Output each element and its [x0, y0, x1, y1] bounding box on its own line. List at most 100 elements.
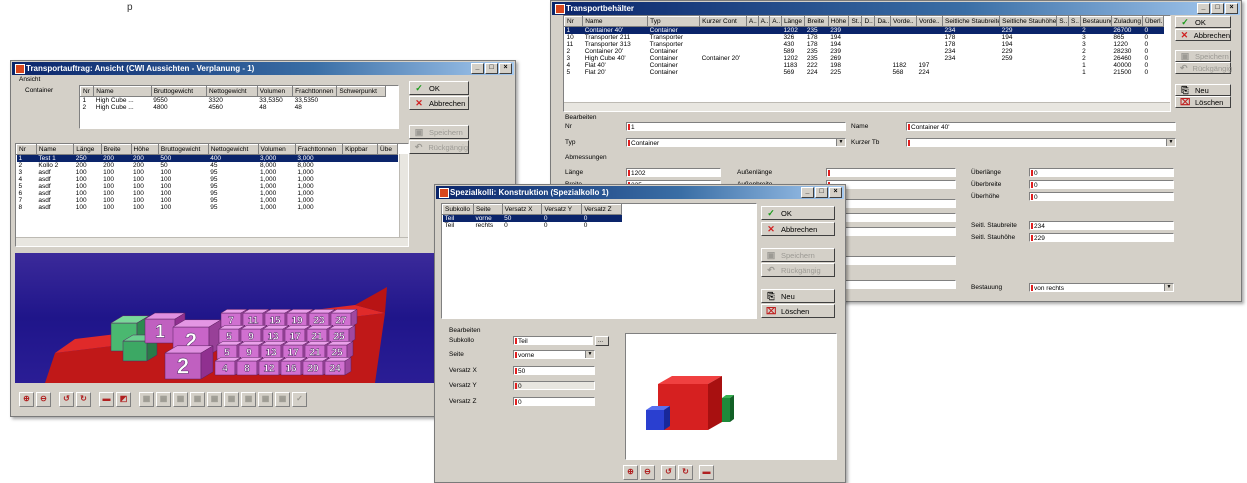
- column-header[interactable]: Nr: [80, 86, 95, 97]
- table-row[interactable]: 2 High Cube ... 4800 4560 48 48: [81, 104, 386, 111]
- column-header[interactable]: D..: [861, 16, 876, 27]
- cancel-button[interactable]: ✕ Abbrechen: [409, 96, 469, 110]
- vertical-scrollbar[interactable]: [399, 154, 408, 238]
- column-header[interactable]: Typ: [647, 16, 701, 27]
- ueberlaenge-input[interactable]: 0: [1029, 168, 1174, 177]
- table-row[interactable]: 2 Kollo 2 200 200 200 50 45 8,000 8,000: [17, 162, 398, 169]
- rotate-left-icon[interactable]: ↺: [59, 392, 74, 407]
- step-8-icon[interactable]: ▦: [258, 392, 273, 407]
- column-header[interactable]: Länge: [780, 16, 806, 27]
- column-header[interactable]: Schwerpunkt: [336, 86, 386, 97]
- step-10-icon[interactable]: ✓: [292, 392, 307, 407]
- step-6-icon[interactable]: ▦: [224, 392, 239, 407]
- seite-select[interactable]: vorne ▼: [513, 350, 595, 359]
- chevron-down-icon[interactable]: ▼: [1166, 139, 1175, 146]
- column-header[interactable]: A..: [757, 16, 771, 27]
- transportbehaelter-titlebar[interactable]: Transportbehälter: [552, 2, 1240, 15]
- horizontal-scrollbar[interactable]: [16, 237, 408, 246]
- aussenlaenge-input[interactable]: [826, 168, 956, 177]
- kurzer-select[interactable]: ▼: [906, 138, 1176, 147]
- column-header[interactable]: Frachttonnen: [292, 86, 338, 97]
- ok-button[interactable]: ✓ OK: [1175, 16, 1231, 28]
- loading-3d-view[interactable]: 1 2 2 7 11 15 19 23 27 5 9 13 17 21 25 5 9 13 17 21 25 4 8 12 16…: [15, 253, 441, 383]
- minimize-icon[interactable]: _: [801, 187, 814, 198]
- column-header[interactable]: Nettogewicht: [207, 144, 259, 155]
- minimize-icon[interactable]: _: [471, 63, 484, 74]
- column-header[interactable]: Zuladung: [1110, 16, 1144, 27]
- subkollo-browse-button[interactable]: ...: [595, 336, 609, 346]
- kolli-table[interactable]: Nr Name Länge Breite Höhe Bruttogewicht Nettog…: [15, 143, 409, 247]
- column-header[interactable]: St..: [848, 16, 863, 27]
- table-row[interactable]: 2 Container 20' Container 589 235 239 234 229 2 2…: [565, 48, 1164, 55]
- table-row[interactable]: Teil rechts 0 0 0: [443, 222, 622, 229]
- save-button[interactable]: ▣ Speichern: [409, 125, 469, 139]
- step-9-icon[interactable]: ▦: [275, 392, 290, 407]
- ueberhoehe-input[interactable]: 0: [1029, 192, 1174, 201]
- behaelter-table[interactable]: Nr Name Typ Kurzer Cont A.. A.. A.. Länge Breite…: [563, 15, 1171, 112]
- table-row[interactable]: 4 asdf 100 100 100 100 95 1,000 1,000: [17, 176, 398, 183]
- versatzz-input[interactable]: 0: [513, 397, 595, 406]
- minimize-icon[interactable]: _: [1197, 3, 1210, 14]
- delete-button[interactable]: ⌧ Löschen: [761, 304, 835, 318]
- delete-button[interactable]: ⌧ Löschen: [1175, 96, 1231, 108]
- table-row[interactable]: 5 asdf 100 100 100 100 95 1,000 1,000: [17, 183, 398, 190]
- cancel-button[interactable]: ✕ Abbrechen: [761, 222, 835, 236]
- table-row[interactable]: 10 Transporter 211 Transporter 326 178 194 178…: [565, 34, 1164, 41]
- column-header[interactable]: Name: [582, 16, 649, 27]
- close-icon[interactable]: ×: [499, 63, 512, 74]
- column-header[interactable]: S..: [1056, 16, 1069, 27]
- container-icon[interactable]: ▬: [99, 392, 114, 407]
- column-header[interactable]: Bestauung: [1079, 16, 1112, 27]
- nr-input[interactable]: 1: [626, 122, 846, 131]
- table-row[interactable]: 1 Test 1 250 200 200 500 400 3,000 3,000: [16, 154, 398, 162]
- column-header[interactable]: Bruttogewicht: [157, 144, 209, 155]
- column-header[interactable]: Nettogewicht: [205, 86, 258, 97]
- undo-button[interactable]: ↶ Rückgängig: [1175, 62, 1232, 74]
- undo-button[interactable]: ↶ Rückgängig: [761, 263, 835, 277]
- column-header[interactable]: S..: [1067, 16, 1081, 27]
- table-row[interactable]: Teil vorne 50 0 0: [442, 214, 622, 222]
- zoom-out-icon[interactable]: ⊖: [640, 465, 655, 480]
- spezialkolli-titlebar[interactable]: Spezialkolli: Konstruktion (Spezialkollo…: [436, 186, 844, 199]
- column-header[interactable]: Vorde..: [916, 16, 943, 27]
- maximize-icon[interactable]: □: [1211, 3, 1224, 14]
- column-header[interactable]: A..: [745, 16, 759, 27]
- column-header[interactable]: Seitliche Stauhöhe: [999, 16, 1058, 27]
- horizontal-scrollbar[interactable]: [564, 102, 1170, 111]
- name-input[interactable]: Container 40': [906, 122, 1176, 131]
- column-header[interactable]: Seitliche Staubreite: [941, 16, 1001, 27]
- bestauung-select[interactable]: von rechts ▼: [1029, 283, 1174, 292]
- table-row[interactable]: 6 asdf 100 100 100 100 95 1,000 1,000: [17, 190, 398, 197]
- zoom-out-icon[interactable]: ⊖: [36, 392, 51, 407]
- column-header[interactable]: Da..: [874, 16, 892, 27]
- step-7-icon[interactable]: ▦: [241, 392, 256, 407]
- save-button[interactable]: ▣ Speichern: [761, 248, 835, 262]
- cancel-button[interactable]: ✕ Abbrechen: [1175, 29, 1231, 41]
- transportauftrag-titlebar[interactable]: Transportauftrag: Ansicht (CWI Aussichte…: [12, 62, 514, 75]
- spezialkollo-3d-view[interactable]: [625, 333, 837, 460]
- column-header[interactable]: Versatz Z: [581, 204, 622, 215]
- new-button[interactable]: ⎘ Neu: [1175, 84, 1231, 96]
- column-header[interactable]: Länge: [73, 144, 102, 155]
- step-4-icon[interactable]: ▦: [190, 392, 205, 407]
- versatzx-input[interactable]: 50: [513, 366, 595, 375]
- chevron-down-icon[interactable]: ▼: [1164, 284, 1173, 291]
- column-header[interactable]: Versatz Y: [541, 204, 583, 215]
- save-button[interactable]: ▣ Speichern: [1175, 50, 1231, 62]
- column-header[interactable]: Frachttonnen: [294, 144, 344, 155]
- table-row[interactable]: 11 Transporter 313 Transporter 430 178 194 178…: [565, 41, 1164, 48]
- table-row[interactable]: 1 High Cube ... 9550 3320 33,5350 33,5350: [81, 97, 386, 105]
- ok-button[interactable]: ✓ OK: [409, 81, 469, 95]
- column-header[interactable]: Seite: [472, 204, 503, 215]
- table-row[interactable]: 7 asdf 100 100 100 100 95 1,000 1,000: [17, 197, 398, 204]
- subkolli-table[interactable]: Subkollo Seite Versatz X Versatz Y Versatz Z…: [441, 203, 757, 319]
- zoom-in-icon[interactable]: ⊕: [623, 465, 638, 480]
- chevron-down-icon[interactable]: ▼: [836, 139, 845, 146]
- table-row[interactable]: 3 High Cube 40' Container Container 20' 1202…: [565, 55, 1164, 62]
- close-icon[interactable]: ×: [829, 187, 842, 198]
- column-header[interactable]: Bruttogewicht: [150, 86, 207, 97]
- container-open-icon[interactable]: ◩: [116, 392, 131, 407]
- column-header[interactable]: Übe: [377, 144, 398, 155]
- column-header[interactable]: Höhe: [827, 16, 850, 27]
- rotate-left-icon[interactable]: ↺: [661, 465, 676, 480]
